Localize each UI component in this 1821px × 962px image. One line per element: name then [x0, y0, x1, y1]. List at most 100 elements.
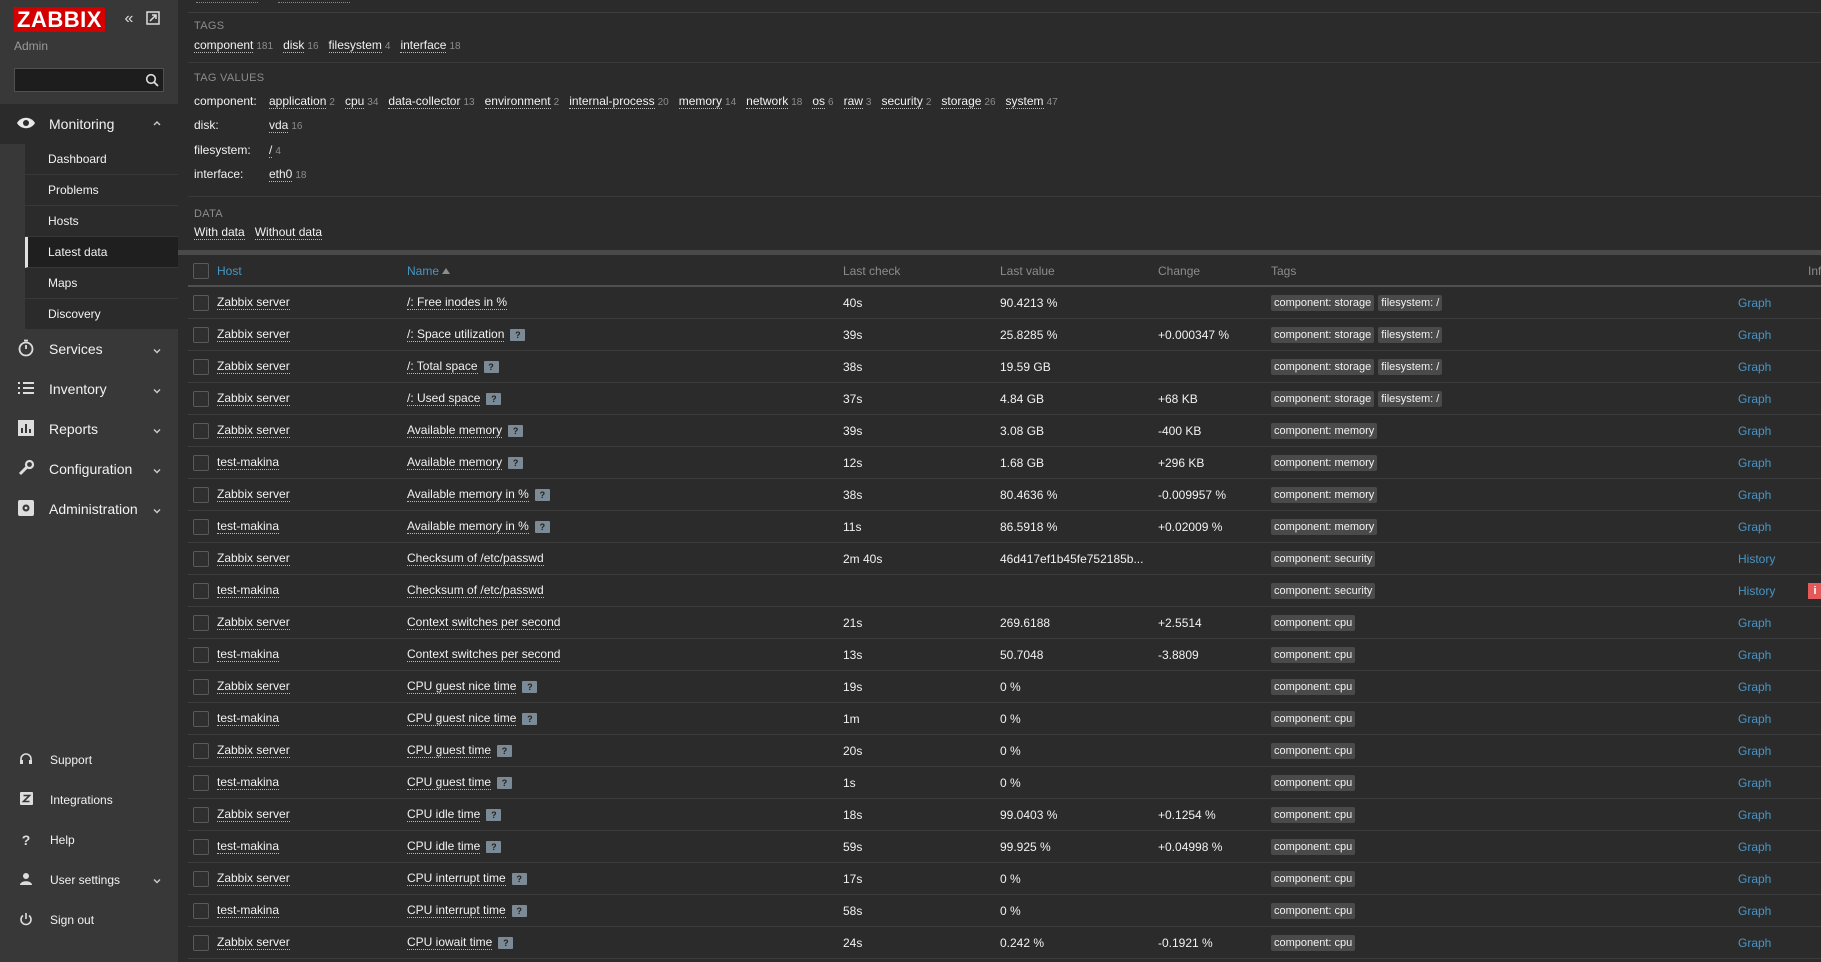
action-link-graph[interactable]: Graph: [1738, 360, 1771, 374]
row-checkbox[interactable]: [193, 423, 209, 439]
action-link-graph[interactable]: Graph: [1738, 296, 1771, 310]
tag-value-root[interactable]: /: [269, 143, 273, 158]
sidebar-item-latest-data[interactable]: Latest data: [25, 237, 178, 268]
item-tag[interactable]: component: cpu: [1271, 710, 1356, 727]
sidebar-item-problems[interactable]: Problems: [25, 175, 178, 206]
sort-name-link[interactable]: Name: [407, 264, 439, 278]
item-description-icon[interactable]: ?: [510, 328, 526, 341]
menu-services[interactable]: Services: [0, 329, 178, 369]
host-link[interactable]: Zabbix server: [217, 743, 290, 758]
menu-configuration[interactable]: Configuration: [0, 449, 178, 489]
sidebar-item-maps[interactable]: Maps: [25, 268, 178, 299]
action-link-graph[interactable]: Graph: [1738, 488, 1771, 502]
action-link-graph[interactable]: Graph: [1738, 392, 1771, 406]
tag-value-eth0[interactable]: eth0: [269, 167, 293, 182]
collapse-sidebar-icon[interactable]: «: [121, 11, 137, 27]
row-checkbox[interactable]: [193, 295, 209, 311]
info-error-icon[interactable]: i: [1808, 582, 1821, 599]
item-name-link[interactable]: CPU iowait time: [407, 935, 493, 950]
item-name-link[interactable]: Context switches per second: [407, 647, 561, 662]
data-filter-without-data[interactable]: Without data: [254, 225, 323, 240]
item-description-icon[interactable]: ?: [497, 776, 513, 789]
action-link-graph[interactable]: Graph: [1738, 520, 1771, 534]
sidebar-help[interactable]: ? Help: [0, 826, 178, 854]
tag-value-security[interactable]: security: [881, 94, 923, 109]
item-tag[interactable]: component: cpu: [1271, 742, 1356, 759]
host-link[interactable]: Zabbix server: [217, 359, 290, 374]
row-checkbox[interactable]: [193, 807, 209, 823]
search-icon[interactable]: [145, 73, 159, 87]
action-link-history[interactable]: History: [1738, 552, 1775, 566]
tag-value-network[interactable]: network: [746, 94, 789, 109]
action-link-graph[interactable]: Graph: [1738, 456, 1771, 470]
sidebar-item-hosts[interactable]: Hosts: [25, 206, 178, 237]
item-description-icon[interactable]: ?: [508, 424, 524, 437]
item-tag[interactable]: component: cpu: [1271, 870, 1356, 887]
item-description-icon[interactable]: ?: [522, 680, 538, 693]
item-name-link[interactable]: /: Space utilization: [407, 327, 505, 342]
menu-reports[interactable]: Reports: [0, 409, 178, 449]
item-tag[interactable]: component: memory: [1271, 454, 1378, 471]
tag-value-os[interactable]: os: [812, 94, 826, 109]
action-link-graph[interactable]: Graph: [1738, 328, 1771, 342]
item-description-icon[interactable]: ?: [511, 872, 527, 885]
host-link[interactable]: test-makina: [217, 519, 280, 534]
item-tag[interactable]: component: cpu: [1271, 646, 1356, 663]
host-link[interactable]: test-makina: [217, 839, 280, 854]
action-link-graph[interactable]: Graph: [1738, 904, 1771, 918]
host-link[interactable]: test-makina: [217, 583, 280, 598]
item-description-icon[interactable]: ?: [508, 456, 524, 469]
host-link[interactable]: Zabbix server: [217, 423, 290, 438]
host-link[interactable]: test-makina: [217, 711, 280, 726]
action-link-graph[interactable]: Graph: [1738, 712, 1771, 726]
tag-filter-component[interactable]: component: [194, 38, 254, 53]
host-link[interactable]: test-makina: [217, 903, 280, 918]
item-name-link[interactable]: CPU interrupt time: [407, 871, 506, 886]
item-name-link[interactable]: CPU interrupt time: [407, 903, 506, 918]
item-description-icon[interactable]: ?: [511, 904, 527, 917]
host-link[interactable]: Zabbix server: [217, 679, 290, 694]
item-name-link[interactable]: /: Total space: [407, 359, 478, 374]
item-tag[interactable]: component: storage: [1271, 294, 1375, 311]
action-link-graph[interactable]: Graph: [1738, 648, 1771, 662]
item-name-link[interactable]: CPU idle time: [407, 807, 481, 822]
row-checkbox[interactable]: [193, 551, 209, 567]
tag-filter-interface[interactable]: interface: [400, 38, 447, 53]
tag-value-cpu[interactable]: cpu: [344, 94, 365, 109]
tag-value-environment[interactable]: environment: [484, 94, 551, 109]
item-tag[interactable]: component: cpu: [1271, 838, 1356, 855]
sidebar-support[interactable]: Support: [0, 746, 178, 774]
row-checkbox[interactable]: [193, 711, 209, 727]
item-tag[interactable]: filesystem: /: [1378, 358, 1443, 375]
action-link-graph[interactable]: Graph: [1738, 744, 1771, 758]
item-name-link[interactable]: Available memory in %: [407, 487, 529, 502]
select-all-checkbox[interactable]: [193, 263, 209, 279]
item-description-icon[interactable]: ?: [498, 936, 514, 949]
host-link[interactable]: Zabbix server: [217, 807, 290, 822]
item-tag[interactable]: filesystem: /: [1378, 326, 1443, 343]
row-checkbox[interactable]: [193, 391, 209, 407]
row-checkbox[interactable]: [193, 327, 209, 343]
tag-value-memory[interactable]: memory: [678, 94, 723, 109]
item-name-link[interactable]: /: Used space: [407, 391, 481, 406]
menu-administration[interactable]: Administration: [0, 489, 178, 529]
tag-value-system[interactable]: system: [1005, 94, 1044, 109]
row-checkbox[interactable]: [193, 487, 209, 503]
item-description-icon[interactable]: ?: [534, 488, 550, 501]
item-tag[interactable]: component: security: [1271, 550, 1376, 567]
sidebar-item-discovery[interactable]: Discovery: [25, 299, 178, 330]
row-checkbox[interactable]: [193, 583, 209, 599]
host-link[interactable]: Zabbix server: [217, 615, 290, 630]
item-description-icon[interactable]: ?: [497, 744, 513, 757]
item-tag[interactable]: component: security: [1271, 582, 1376, 599]
item-tag[interactable]: component: memory: [1271, 422, 1378, 439]
host-link[interactable]: Zabbix server: [217, 295, 290, 310]
item-name-link[interactable]: Available memory: [407, 455, 503, 470]
sidebar-item-dashboard[interactable]: Dashboard: [25, 144, 178, 175]
sidebar-integrations[interactable]: Integrations: [0, 786, 178, 814]
item-tag[interactable]: component: cpu: [1271, 934, 1356, 951]
item-name-link[interactable]: CPU guest time: [407, 775, 492, 790]
sidebar-user-settings[interactable]: User settings: [0, 866, 178, 894]
item-name-link[interactable]: Checksum of /etc/passwd: [407, 551, 544, 566]
host-link[interactable]: test-makina: [217, 647, 280, 662]
